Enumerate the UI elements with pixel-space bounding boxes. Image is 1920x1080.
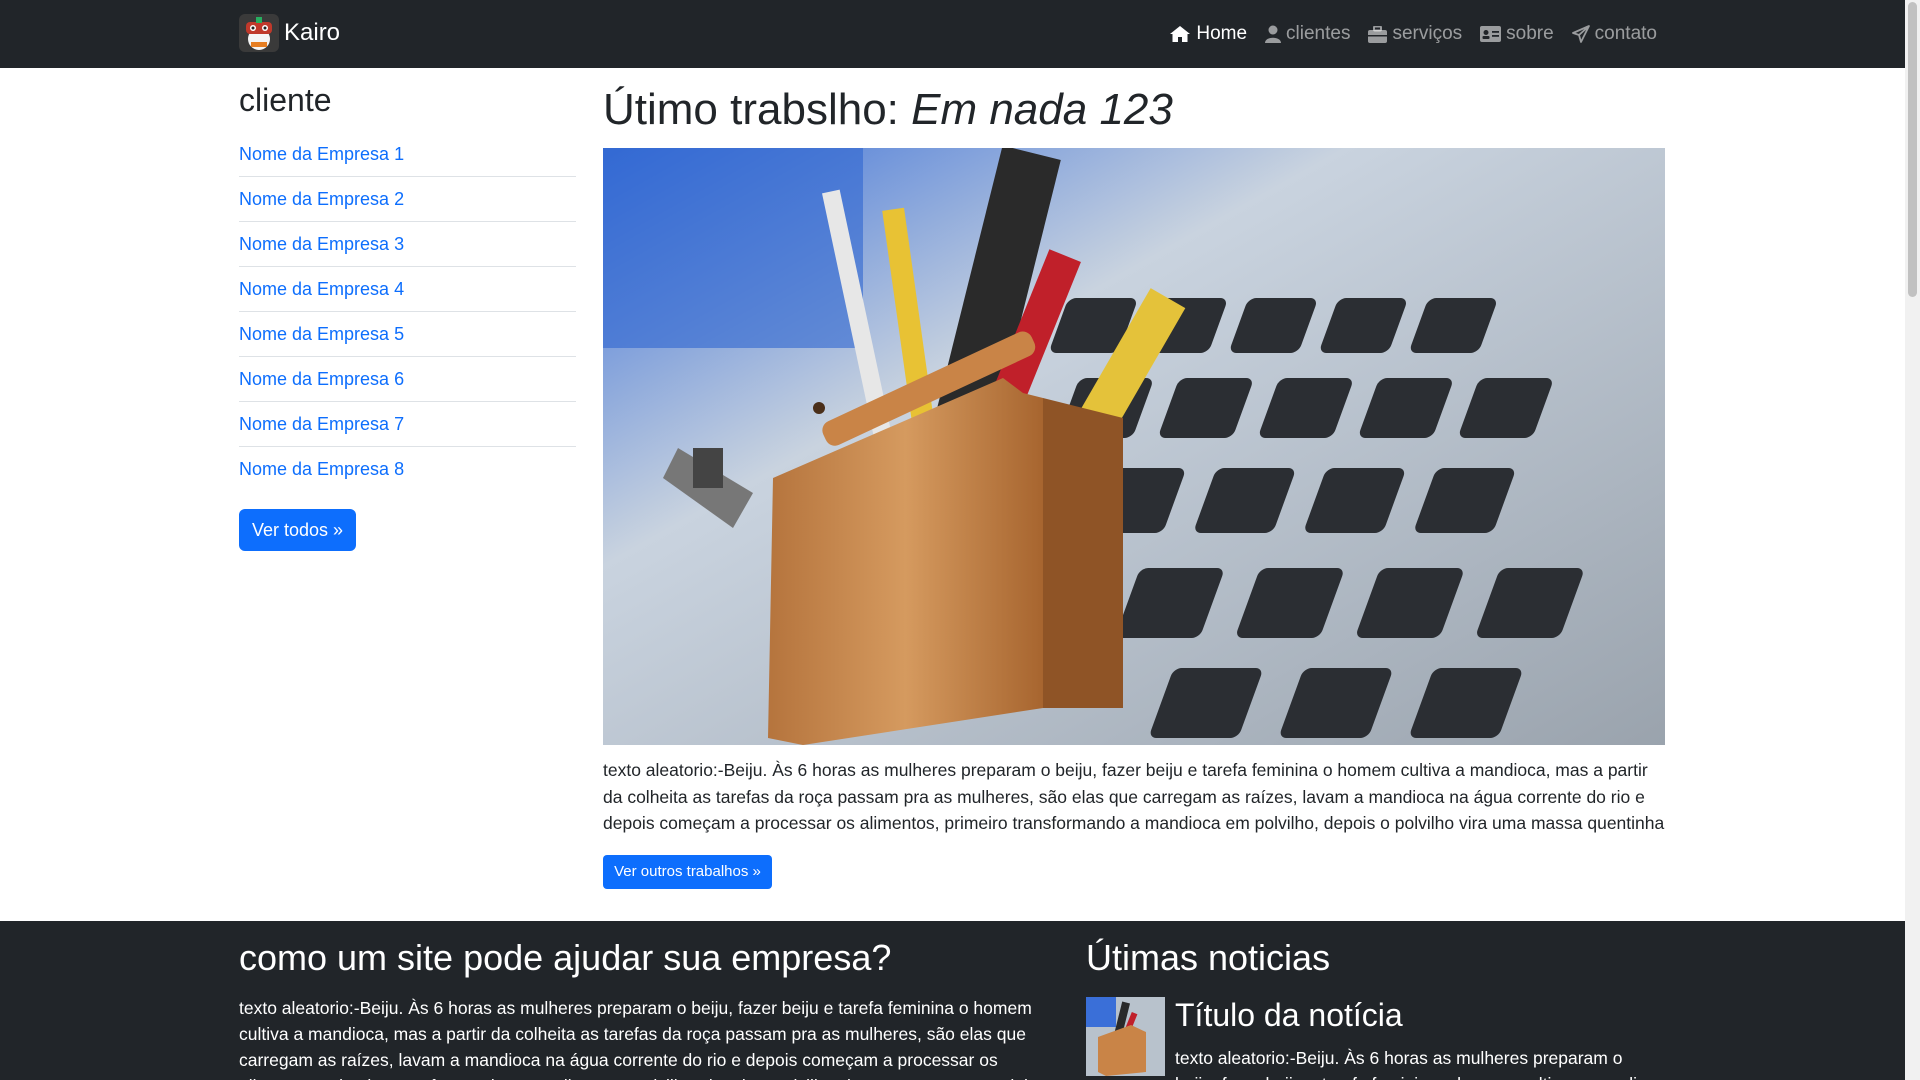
help-section: como um site pode ajudar sua empresa? te… bbox=[239, 937, 1059, 1080]
brand-logo-icon bbox=[239, 14, 279, 52]
client-link[interactable]: Nome da Empresa 6 bbox=[239, 357, 576, 402]
nav-contato-label: contato bbox=[1594, 23, 1657, 44]
nav-clientes-label: clientes bbox=[1286, 23, 1351, 44]
hero-image bbox=[603, 148, 1665, 745]
nav-sobre[interactable]: sobre bbox=[1480, 23, 1554, 45]
client-link[interactable]: Nome da Empresa 8 bbox=[239, 447, 576, 492]
page-scrollbar[interactable] bbox=[1905, 0, 1920, 1080]
client-link[interactable]: Nome da Empresa 4 bbox=[239, 267, 576, 312]
nav-servicos-label: serviços bbox=[1392, 23, 1463, 44]
see-all-clients-button[interactable]: Ver todos » bbox=[239, 509, 356, 551]
news-text: texto aleatorio:-Beiju. Às 6 horas as mu… bbox=[1175, 1048, 1665, 1080]
client-link[interactable]: Nome da Empresa 7 bbox=[239, 402, 576, 447]
nav-home[interactable]: Home bbox=[1169, 23, 1247, 45]
footer-section: como um site pode ajudar sua empresa? te… bbox=[0, 921, 1905, 1080]
help-text: texto aleatorio:-Beiju. Às 6 horas as mu… bbox=[239, 998, 1043, 1080]
news-thumbnail bbox=[1086, 997, 1165, 1076]
latest-work-title: Útimo trabslho: Em nada 123 bbox=[603, 82, 1665, 142]
see-other-works-button[interactable]: Ver outros trabalhos » bbox=[603, 854, 772, 889]
brand-name: Kairo bbox=[284, 19, 341, 46]
nav-clientes[interactable]: clientes bbox=[1265, 23, 1350, 45]
latest-work-section: Útimo trabslho: Em nada 123 texto aleato… bbox=[603, 82, 1665, 889]
nav-servicos[interactable]: serviços bbox=[1368, 23, 1462, 45]
paper-plane-icon bbox=[1571, 25, 1590, 43]
id-card-icon bbox=[1480, 26, 1502, 42]
client-link[interactable]: Nome da Empresa 1 bbox=[239, 132, 576, 177]
help-title: como um site pode ajudar sua empresa? bbox=[239, 937, 892, 978]
latest-work-description: texto aleatorio:-Beiju. Às 6 horas as mu… bbox=[603, 760, 1665, 833]
news-section-title: Útimas noticias bbox=[1086, 937, 1331, 978]
client-sidebar: cliente Nome da Empresa 1 Nome da Empres… bbox=[239, 82, 576, 551]
brand-link[interactable]: Kairo bbox=[239, 14, 340, 52]
nav-sobre-label: sobre bbox=[1506, 23, 1554, 44]
user-icon bbox=[1265, 25, 1282, 43]
navbar: Kairo Home clientes serviços sobre conta… bbox=[0, 0, 1905, 68]
sidebar-title: cliente bbox=[239, 82, 332, 118]
client-list: Nome da Empresa 1 Nome da Empresa 2 Nome… bbox=[239, 132, 576, 492]
client-link[interactable]: Nome da Empresa 3 bbox=[239, 222, 576, 267]
news-title[interactable]: Título da notícia bbox=[1175, 997, 1666, 1039]
title-prefix: Útimo trabslho: bbox=[603, 85, 912, 134]
news-section: Útimas noticias Título da notícia texto … bbox=[1086, 937, 1666, 1080]
briefcase-icon bbox=[1368, 25, 1388, 43]
home-icon bbox=[1170, 26, 1191, 42]
scrollbar-thumb[interactable] bbox=[1908, 2, 1917, 297]
title-emphasis: Em nada 123 bbox=[911, 85, 1173, 134]
main-nav: Home clientes serviços sobre contato bbox=[1151, 20, 1657, 48]
news-item[interactable]: Título da notícia texto aleatorio:-Beiju… bbox=[1086, 997, 1666, 1080]
client-link[interactable]: Nome da Empresa 5 bbox=[239, 312, 576, 357]
client-link[interactable]: Nome da Empresa 2 bbox=[239, 177, 576, 222]
nav-home-label: Home bbox=[1196, 23, 1248, 44]
nav-contato[interactable]: contato bbox=[1571, 23, 1657, 45]
